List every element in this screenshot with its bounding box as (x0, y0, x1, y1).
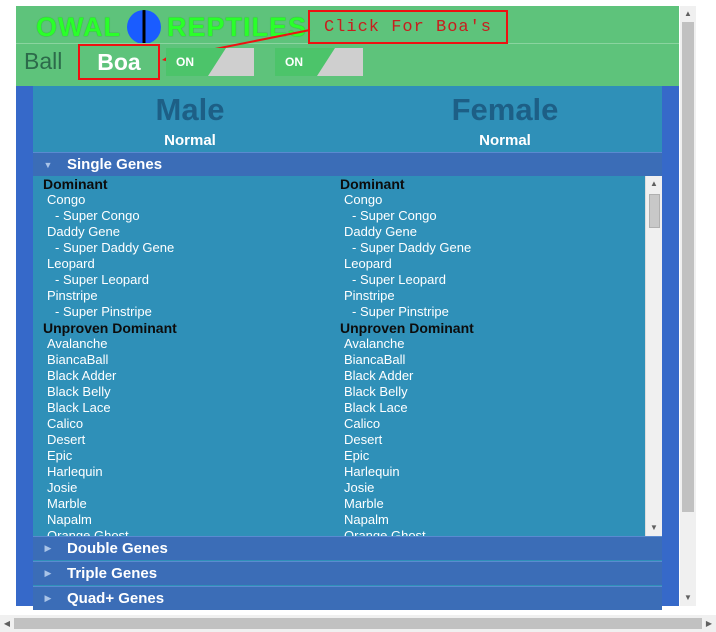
gene-item[interactable]: Napalm (47, 512, 333, 528)
scroll-right-arrow-icon[interactable]: ▶ (702, 615, 716, 632)
gene-item[interactable]: Orange Ghost (344, 528, 630, 536)
section-quad-genes[interactable]: ▶ Quad+ Genes (33, 586, 662, 610)
gene-item[interactable]: Daddy Gene (344, 224, 630, 240)
gene-item[interactable]: Marble (344, 496, 630, 512)
toggle-label: ON (285, 55, 303, 69)
scroll-down-arrow-icon[interactable]: ▼ (680, 590, 696, 606)
gene-item[interactable]: Orange Ghost (47, 528, 333, 536)
gene-item[interactable]: Congo (344, 192, 630, 208)
female-subtitle: Normal (479, 132, 531, 149)
section-label: Single Genes (67, 156, 163, 173)
male-subtitle: Normal (164, 132, 216, 149)
gene-item[interactable]: - Super Leopard (352, 272, 630, 288)
scroll-thumb[interactable] (682, 22, 694, 512)
gene-item[interactable]: Black Adder (47, 368, 333, 384)
toggle-on-part (275, 48, 335, 76)
scroll-up-arrow-icon[interactable]: ▲ (646, 176, 662, 192)
chevron-right-icon: ▶ (44, 543, 52, 553)
gene-item[interactable]: Marble (47, 496, 333, 512)
gene-item[interactable]: Black Lace (344, 400, 630, 416)
single-genes-list: Dominant Congo - Super Congo Daddy Gene - Su… (33, 176, 662, 536)
gene-item[interactable]: - Super Congo (55, 208, 333, 224)
gene-item[interactable]: Josie (344, 480, 630, 496)
gene-group-heading: Dominant (43, 176, 108, 192)
gene-item[interactable]: Josie (47, 480, 333, 496)
gene-group-heading: Dominant (340, 176, 405, 192)
scroll-up-arrow-icon[interactable]: ▲ (680, 6, 696, 22)
section-label: Quad+ Genes (67, 590, 165, 607)
gene-item[interactable]: Black Adder (344, 368, 630, 384)
gene-item[interactable]: - Super Pinstripe (55, 304, 333, 320)
male-gene-column: Dominant Congo - Super Congo Daddy Gene - Su… (33, 176, 333, 536)
scroll-down-arrow-icon[interactable]: ▼ (646, 520, 662, 536)
gene-group-heading: Unproven Dominant (43, 320, 177, 336)
gene-item[interactable]: BiancaBall (344, 352, 630, 368)
species-ball-tab[interactable]: Ball (24, 48, 62, 75)
page-frame: OWAL REPTILES Click For Boa's Ball Boa O… (16, 6, 679, 610)
toggle-on-part (166, 48, 226, 76)
gene-group-heading: Unproven Dominant (340, 320, 474, 336)
parent-header-row: Male Female Normal Normal (33, 86, 662, 152)
scroll-thumb[interactable] (649, 194, 660, 228)
section-label: Double Genes (67, 540, 168, 557)
gene-item[interactable]: Pinstripe (47, 288, 333, 304)
gene-item[interactable]: Harlequin (344, 464, 630, 480)
female-title: Female (451, 92, 559, 127)
logo-left-word: OWAL (36, 11, 121, 42)
gene-item[interactable]: Leopard (344, 256, 630, 272)
chevron-down-icon: ▼ (43, 159, 53, 170)
section-label: Triple Genes (67, 565, 158, 582)
gene-item[interactable]: Calico (47, 416, 333, 432)
header: OWAL REPTILES Click For Boa's Ball Boa O… (16, 6, 679, 86)
toggle-switch-1[interactable]: ON (166, 48, 254, 76)
gene-item[interactable]: - Super Leopard (55, 272, 333, 288)
male-title: Male (155, 92, 225, 127)
chevron-right-icon: ▶ (44, 568, 52, 578)
gene-item[interactable]: - Super Daddy Gene (352, 240, 630, 256)
toggle-label: ON (176, 55, 194, 69)
gene-item[interactable]: - Super Pinstripe (352, 304, 630, 320)
gene-item[interactable]: Desert (344, 432, 630, 448)
chevron-right-icon: ▶ (44, 593, 52, 603)
toggle-switch-2[interactable]: ON (275, 48, 363, 76)
gene-item[interactable]: Calico (344, 416, 630, 432)
gene-item[interactable]: Congo (47, 192, 333, 208)
scroll-thumb[interactable] (14, 618, 702, 629)
gene-item[interactable]: Napalm (344, 512, 630, 528)
gene-item[interactable]: - Super Congo (352, 208, 630, 224)
species-boa-tab[interactable]: Boa (78, 44, 160, 80)
gene-list-scrollbar[interactable]: ▲ ▼ (645, 176, 662, 536)
callout-annotation: Click For Boa's (308, 10, 508, 44)
callout-text: Click For Boa's (323, 17, 493, 37)
gene-item[interactable]: - Super Daddy Gene (55, 240, 333, 256)
section-double-genes[interactable]: ▶ Double Genes (33, 536, 662, 560)
gene-item[interactable]: Avalanche (47, 336, 333, 352)
window-vertical-scrollbar[interactable]: ▲ ▼ (680, 6, 696, 606)
gene-item[interactable]: Black Belly (47, 384, 333, 400)
gene-item[interactable]: Avalanche (344, 336, 630, 352)
section-triple-genes[interactable]: ▶ Triple Genes (33, 561, 662, 585)
window-horizontal-scrollbar[interactable]: ◀ ▶ (0, 615, 716, 632)
calculator-panel: Male Female Normal Normal ▼ Single Genes… (33, 86, 662, 610)
gene-item[interactable]: BiancaBall (47, 352, 333, 368)
gene-item[interactable]: Black Lace (47, 400, 333, 416)
gene-item[interactable]: Harlequin (47, 464, 333, 480)
gene-item[interactable]: Epic (344, 448, 630, 464)
scroll-left-arrow-icon[interactable]: ◀ (0, 615, 14, 632)
gene-item[interactable]: Epic (47, 448, 333, 464)
gene-item[interactable]: Leopard (47, 256, 333, 272)
female-gene-column: Dominant Congo - Super Congo Daddy Gene - Su… (330, 176, 630, 536)
gene-item[interactable]: Pinstripe (344, 288, 630, 304)
section-single-genes[interactable]: ▼ Single Genes (33, 152, 662, 176)
gene-item[interactable]: Black Belly (344, 384, 630, 400)
gene-item[interactable]: Desert (47, 432, 333, 448)
gene-item[interactable]: Daddy Gene (47, 224, 333, 240)
